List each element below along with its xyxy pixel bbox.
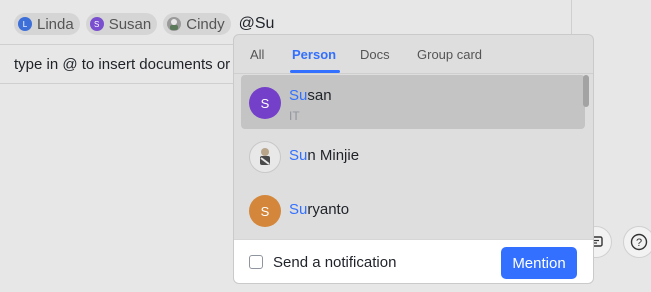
cell-hint-text[interactable]: type in @ to insert documents or f bbox=[14, 56, 240, 73]
mention-popup-footer: Send a notification Mention bbox=[234, 239, 593, 283]
avatar bbox=[249, 141, 281, 173]
mention-tag-label: Cindy bbox=[186, 15, 225, 33]
mention-tag-cindy[interactable]: Cindy bbox=[163, 13, 231, 35]
avatar: S bbox=[249, 87, 281, 119]
tab-person[interactable]: Person bbox=[292, 47, 336, 62]
list-item[interactable]: S Susan IT bbox=[241, 75, 585, 129]
tab-all[interactable]: All bbox=[250, 47, 264, 62]
result-name: Susan bbox=[289, 87, 332, 104]
help-button[interactable]: ? bbox=[623, 226, 651, 258]
result-name: Sun Minjie bbox=[289, 147, 360, 164]
list-item[interactable]: S Suryanto bbox=[241, 183, 585, 237]
mention-results-list[interactable]: S Susan IT Sun Minjie S Suryanto bbox=[234, 75, 593, 237]
mention-tag-label: Linda bbox=[37, 15, 74, 33]
list-item[interactable]: Sun Minjie bbox=[241, 129, 585, 183]
table-row-divider bbox=[0, 83, 240, 84]
svg-text:?: ? bbox=[636, 237, 642, 249]
notify-label[interactable]: Send a notification bbox=[273, 254, 396, 271]
result-name: Suryanto bbox=[289, 201, 350, 218]
mention-tag-susan[interactable]: S Susan bbox=[85, 13, 158, 35]
results-scrollbar[interactable] bbox=[583, 75, 589, 107]
tab-docs[interactable]: Docs bbox=[360, 47, 390, 62]
result-subtitle: IT bbox=[289, 109, 300, 123]
notify-checkbox[interactable] bbox=[249, 255, 263, 269]
avatar: S bbox=[249, 195, 281, 227]
help-icon: ? bbox=[630, 233, 648, 251]
avatar: S bbox=[89, 17, 104, 31]
active-tab-indicator bbox=[290, 70, 340, 73]
avatar bbox=[167, 17, 182, 31]
mention-tag-linda[interactable]: L Linda bbox=[14, 13, 80, 35]
typed-mention-query[interactable]: @Su bbox=[239, 15, 275, 33]
mention-button[interactable]: Mention bbox=[501, 247, 577, 279]
mention-tabs: All Person Docs Group card bbox=[234, 35, 593, 74]
tab-group-card[interactable]: Group card bbox=[417, 47, 482, 62]
avatar: L bbox=[18, 17, 32, 31]
mention-popup: All Person Docs Group card S Susan IT Su… bbox=[233, 34, 594, 284]
mention-tag-label: Susan bbox=[108, 15, 152, 33]
